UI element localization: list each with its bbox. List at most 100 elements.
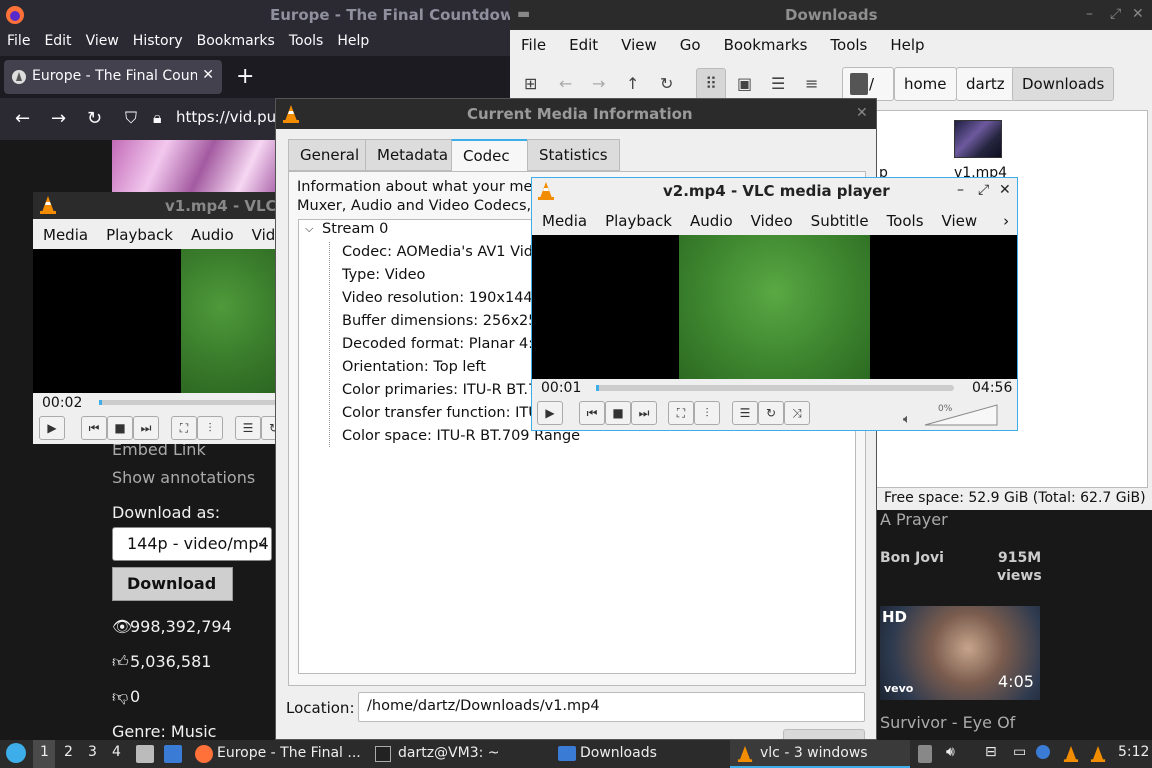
- vlc1-menu-media[interactable]: Media: [33, 220, 96, 248]
- maximize-icon[interactable]: ⤢: [978, 182, 989, 198]
- vlc2-menu-tools[interactable]: Tools: [877, 206, 932, 234]
- workspace-1[interactable]: 1: [40, 744, 49, 760]
- path-downloads[interactable]: Downloads: [1012, 67, 1115, 101]
- close-icon[interactable]: ✕: [856, 105, 868, 121]
- menu-help[interactable]: Help: [330, 30, 376, 56]
- volume-tray-icon[interactable]: 🔊︎: [946, 744, 955, 760]
- menu-view[interactable]: View: [79, 30, 126, 56]
- fm-menu-edit[interactable]: Edit: [558, 30, 610, 60]
- vlc2-seek-bar[interactable]: [596, 385, 954, 391]
- forward-icon[interactable]: →: [592, 74, 605, 93]
- video-file-thumbnail[interactable]: [954, 120, 1002, 158]
- browser-tab[interactable]: Europe - The Final Countdown ✕: [4, 60, 222, 94]
- format-select[interactable]: 144p - video/mp4: [112, 527, 272, 561]
- fullscreen-icon[interactable]: ⛶: [668, 401, 694, 425]
- detailed-view-icon[interactable]: ≡: [805, 74, 818, 93]
- url-bar[interactable]: https://vid.pu: [176, 108, 276, 126]
- fm-menu-go[interactable]: Go: [669, 30, 713, 60]
- compact-view-icon[interactable]: ☰: [771, 74, 785, 93]
- path-home[interactable]: home: [894, 67, 957, 101]
- download-button[interactable]: Download: [112, 567, 233, 601]
- vlc2-menu-audio[interactable]: Audio: [680, 206, 741, 234]
- shuffle-icon[interactable]: ⤨: [784, 401, 810, 425]
- lock-icon[interactable]: 🔒︎: [153, 108, 162, 128]
- maximize-icon[interactable]: ⤢: [1110, 6, 1121, 22]
- tab-general[interactable]: General: [288, 139, 372, 171]
- next-icon[interactable]: ⏭: [133, 416, 159, 440]
- vlc1-menu-audio[interactable]: Audio: [181, 220, 242, 248]
- task-terminal[interactable]: dartz@VM3: ~: [398, 740, 500, 768]
- collapse-icon[interactable]: ⌵: [305, 222, 313, 236]
- tab-metadata[interactable]: Metadata: [365, 139, 461, 171]
- equalizer-icon[interactable]: ⫶: [197, 416, 223, 440]
- vlc1-seek-bar[interactable]: [99, 400, 283, 405]
- vlc-tray-icon-2[interactable]: [1090, 744, 1106, 764]
- vlc2-menu-media[interactable]: Media: [532, 206, 595, 234]
- minimize-icon[interactable]: –: [957, 182, 964, 198]
- volume-slider[interactable]: [924, 404, 998, 426]
- task-downloads[interactable]: Downloads: [580, 740, 657, 768]
- related-title-1[interactable]: A Prayer: [880, 510, 948, 529]
- vlc2-menu-view[interactable]: View: [932, 206, 986, 234]
- stop-icon[interactable]: ■: [107, 416, 133, 440]
- vlc2-menu-video[interactable]: Video: [741, 206, 801, 234]
- menu-tools[interactable]: Tools: [282, 30, 331, 56]
- icon-view-icon[interactable]: ⠿: [696, 68, 726, 100]
- desktop-icon[interactable]: [164, 745, 182, 763]
- reload-icon[interactable]: ↻: [87, 108, 102, 129]
- playlist-icon[interactable]: ☰: [732, 401, 758, 425]
- loop-icon[interactable]: ↻: [758, 401, 784, 425]
- network-icon[interactable]: ⊟: [985, 744, 997, 760]
- forward-icon[interactable]: →: [51, 108, 66, 129]
- playlist-icon[interactable]: ☰: [235, 416, 261, 440]
- fm-menu-tools[interactable]: Tools: [819, 30, 879, 60]
- new-tab-icon[interactable]: ⊞: [524, 74, 537, 93]
- related-channel-1[interactable]: Bon Jovi: [880, 550, 944, 566]
- previous-icon[interactable]: ⏮: [81, 416, 107, 440]
- tree-stream[interactable]: Stream 0: [322, 221, 388, 237]
- play-icon[interactable]: ▶: [39, 416, 65, 440]
- workspace-2[interactable]: 2: [64, 744, 73, 760]
- tab-codec[interactable]: Codec: [451, 139, 530, 171]
- vlc1-menu-playback[interactable]: Playback: [96, 220, 181, 248]
- shield-icon[interactable]: ⛉: [125, 108, 137, 128]
- new-tab-icon[interactable]: +: [236, 64, 254, 89]
- close-icon[interactable]: ✕: [1132, 6, 1144, 22]
- minimize-icon[interactable]: –: [1086, 6, 1093, 22]
- equalizer-icon[interactable]: ⫶: [694, 401, 720, 425]
- file-manager-launcher-icon[interactable]: [136, 745, 154, 763]
- task-firefox[interactable]: Europe - The Final ...: [217, 740, 361, 768]
- reload-icon[interactable]: ↻: [660, 74, 673, 93]
- vlc-tray-icon[interactable]: [1063, 744, 1079, 764]
- clipboard-icon[interactable]: [918, 745, 932, 763]
- next-icon[interactable]: ⏭: [631, 401, 657, 425]
- chevron-down-icon[interactable]: ⌄: [256, 534, 268, 550]
- tab-statistics[interactable]: Statistics: [527, 139, 620, 171]
- stop-icon[interactable]: ■: [605, 401, 631, 425]
- back-icon[interactable]: ←: [559, 74, 572, 93]
- vlc2-menu-subtitle[interactable]: Subtitle: [801, 206, 877, 234]
- volume-icon[interactable]: 🔈︎: [903, 412, 911, 427]
- menu-file[interactable]: File: [0, 30, 37, 56]
- vlc2-menu-playback[interactable]: Playback: [595, 206, 680, 234]
- show-annotations-link[interactable]: Show annotations: [112, 468, 255, 487]
- previous-icon[interactable]: ⏮: [579, 401, 605, 425]
- fm-menu-file[interactable]: File: [510, 30, 558, 60]
- fm-menu-bookmarks[interactable]: Bookmarks: [713, 30, 820, 60]
- menu-history[interactable]: History: [126, 30, 190, 56]
- menu-edit[interactable]: Edit: [37, 30, 78, 56]
- start-menu-icon[interactable]: [6, 743, 26, 763]
- menu-overflow-icon[interactable]: ›: [985, 206, 1017, 234]
- thumbnail-view-icon[interactable]: ▣: [737, 74, 752, 93]
- fm-menu-view[interactable]: View: [610, 30, 669, 60]
- up-icon[interactable]: ↑: [626, 74, 639, 93]
- workspace-4[interactable]: 4: [112, 744, 121, 760]
- play-icon[interactable]: ▶: [537, 401, 563, 425]
- display-icon[interactable]: ▭: [1013, 744, 1026, 760]
- close-button[interactable]: [783, 729, 865, 739]
- menu-bookmarks[interactable]: Bookmarks: [190, 30, 282, 56]
- video-thumbnail[interactable]: [112, 140, 275, 192]
- back-icon[interactable]: ←: [15, 108, 30, 129]
- fm-menu-help[interactable]: Help: [879, 30, 936, 60]
- path-dartz[interactable]: dartz: [956, 67, 1015, 101]
